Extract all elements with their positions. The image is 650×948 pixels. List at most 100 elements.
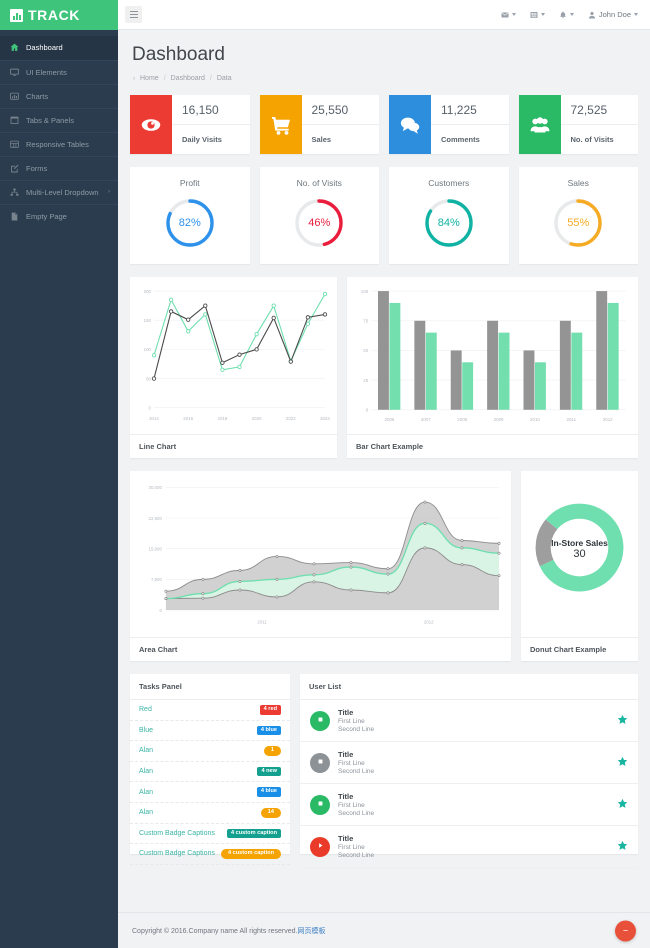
stat-body: 72,525No. of Visits [561,95,639,154]
chevron-right-icon: › [133,76,135,82]
task-row[interactable]: Alan 14 [130,803,290,824]
topbar-item-user[interactable]: John Doe [588,10,638,19]
star-icon[interactable] [617,714,628,728]
status-badge: 14 [261,808,281,818]
gauge-ring: 55% [552,197,604,249]
breadcrumb-item[interactable]: Home [140,75,159,82]
sidebar-item-empty-page[interactable]: Empty Page [0,204,118,228]
task-row[interactable]: Alan4 new [130,762,290,783]
breadcrumb-item[interactable]: Data [217,75,232,82]
stop-icon [316,757,325,768]
sidebar-item-label: Forms [26,164,47,173]
user-second-line: Second Line [338,768,609,775]
page-content: Dashboard ›Home/Dashboard/Data 16,150Dai… [118,30,650,912]
stat-cards-row: 16,150Daily Visits25,550Sales11,225Comme… [130,95,638,154]
gauge-card[interactable]: Profit82% [130,167,250,264]
list-item[interactable]: TitleFirst LineSecond Line [300,826,638,868]
gauge-card[interactable]: No. of Visits46% [260,167,380,264]
brand[interactable]: TRACK [0,0,118,30]
lists-row: Tasks Panel Red4 redBlue4 blue Alan 1 Alan4… [130,674,638,854]
task-row[interactable]: Custom Badge Captions4 custom caption [130,844,290,865]
topbar-item-bell[interactable] [559,11,574,19]
avatar [310,837,330,857]
gauge-title: No. of Visits [297,178,342,188]
star-icon[interactable] [617,840,628,854]
breadcrumb-item[interactable]: Dashboard [171,75,205,82]
user-first-line: First Line [338,844,609,851]
tasks-list: Red4 redBlue4 blue Alan 1 Alan4 newAlan4 bl… [130,700,290,865]
svg-text:2014: 2014 [149,416,159,421]
svg-text:0: 0 [366,408,369,413]
sidebar-item-tabs-panels[interactable]: Tabs & Panels [0,108,118,132]
comment-icon [389,95,431,154]
sidebar-item-multi-level-dropdown[interactable]: Multi-Level Dropdown› [0,180,118,204]
svg-text:100: 100 [361,289,369,294]
stat-value: 11,225 [431,95,509,125]
task-label: Alan [139,809,153,816]
main-area: John Doe Dashboard ›Home/Dashboard/Data … [118,0,650,948]
task-label: Alan [139,747,153,754]
donut-chart-plot: In-Store Sales30 [521,471,638,637]
list-item[interactable]: TitleFirst LineSecond Line [300,784,638,826]
task-row[interactable]: Blue4 blue [130,721,290,742]
stat-value: 72,525 [561,95,639,125]
stat-card[interactable]: 16,150Daily Visits [130,95,250,154]
hamburger-icon[interactable] [125,6,142,23]
svg-text:100: 100 [144,347,152,352]
status-badge: 1 [264,746,281,756]
topbar-item-envelope[interactable] [501,11,516,19]
task-row[interactable]: Red4 red [130,700,290,721]
gauge-card[interactable]: Sales55% [519,167,639,264]
task-row[interactable]: Alan 1 [130,741,290,762]
sidebar-item-responsive-tables[interactable]: Responsive Tables [0,132,118,156]
stop-icon [316,715,325,726]
user-second-line: Second Line [338,810,609,817]
svg-text:2012: 2012 [424,619,434,624]
gauge-card[interactable]: Customers84% [389,167,509,264]
bar-chart-panel: 02550751002006200720082009201020112012 B… [347,277,638,458]
footer-link[interactable]: 网页模板 [297,928,325,935]
app-root: TRACK DashboardUI ElementsChartsTabs & P… [0,0,650,948]
task-row[interactable]: Alan4 blue [130,782,290,803]
stat-value: 25,550 [302,95,380,125]
avatar [310,711,330,731]
copyright-text: Copyright © 2016.Company name All rights… [132,926,325,936]
task-label: Custom Badge Captions [139,850,215,857]
tasks-panel: Tasks Panel Red4 redBlue4 blue Alan 1 Alan4… [130,674,290,854]
donut-chart-title: Donut Chart Example [521,637,638,661]
list-item[interactable]: TitleFirst LineSecond Line [300,700,638,742]
chart-icon [10,92,19,101]
eye-icon [130,95,172,154]
list-item[interactable]: TitleFirst LineSecond Line [300,742,638,784]
svg-text:50: 50 [363,348,368,353]
task-label: Blue [139,727,153,734]
topbar-item-list[interactable] [530,11,545,19]
svg-text:200: 200 [144,289,152,294]
task-label: Red [139,706,152,713]
svg-text:2010: 2010 [530,417,540,422]
svg-text:2009: 2009 [494,417,504,422]
line-chart-title: Line Chart [130,434,337,458]
donut-center-value: 30 [527,548,632,560]
svg-text:22,500: 22,500 [149,516,163,521]
task-row[interactable]: Custom Badge Captions4 custom caption [130,824,290,845]
sidebar-item-label: Empty Page [26,212,67,221]
tasks-panel-title: Tasks Panel [130,674,290,700]
brand-name: TRACK [28,7,80,23]
minus-icon[interactable]: − [615,920,636,941]
svg-text:2006: 2006 [384,417,394,422]
sidebar-item-ui-elements[interactable]: UI Elements [0,60,118,84]
sitemap-icon [10,188,19,197]
stat-card[interactable]: 72,525No. of Visits [519,95,639,154]
user-title: Title [338,708,609,717]
stat-card[interactable]: 11,225Comments [389,95,509,154]
stat-label: Sales [302,125,380,154]
stat-card[interactable]: 25,550Sales [260,95,380,154]
sidebar-item-forms[interactable]: Forms [0,156,118,180]
svg-text:30,000: 30,000 [149,485,163,490]
svg-text:150: 150 [144,318,152,323]
sidebar-item-dashboard[interactable]: Dashboard [0,36,118,60]
star-icon[interactable] [617,798,628,812]
sidebar-item-charts[interactable]: Charts [0,84,118,108]
star-icon[interactable] [617,756,628,770]
